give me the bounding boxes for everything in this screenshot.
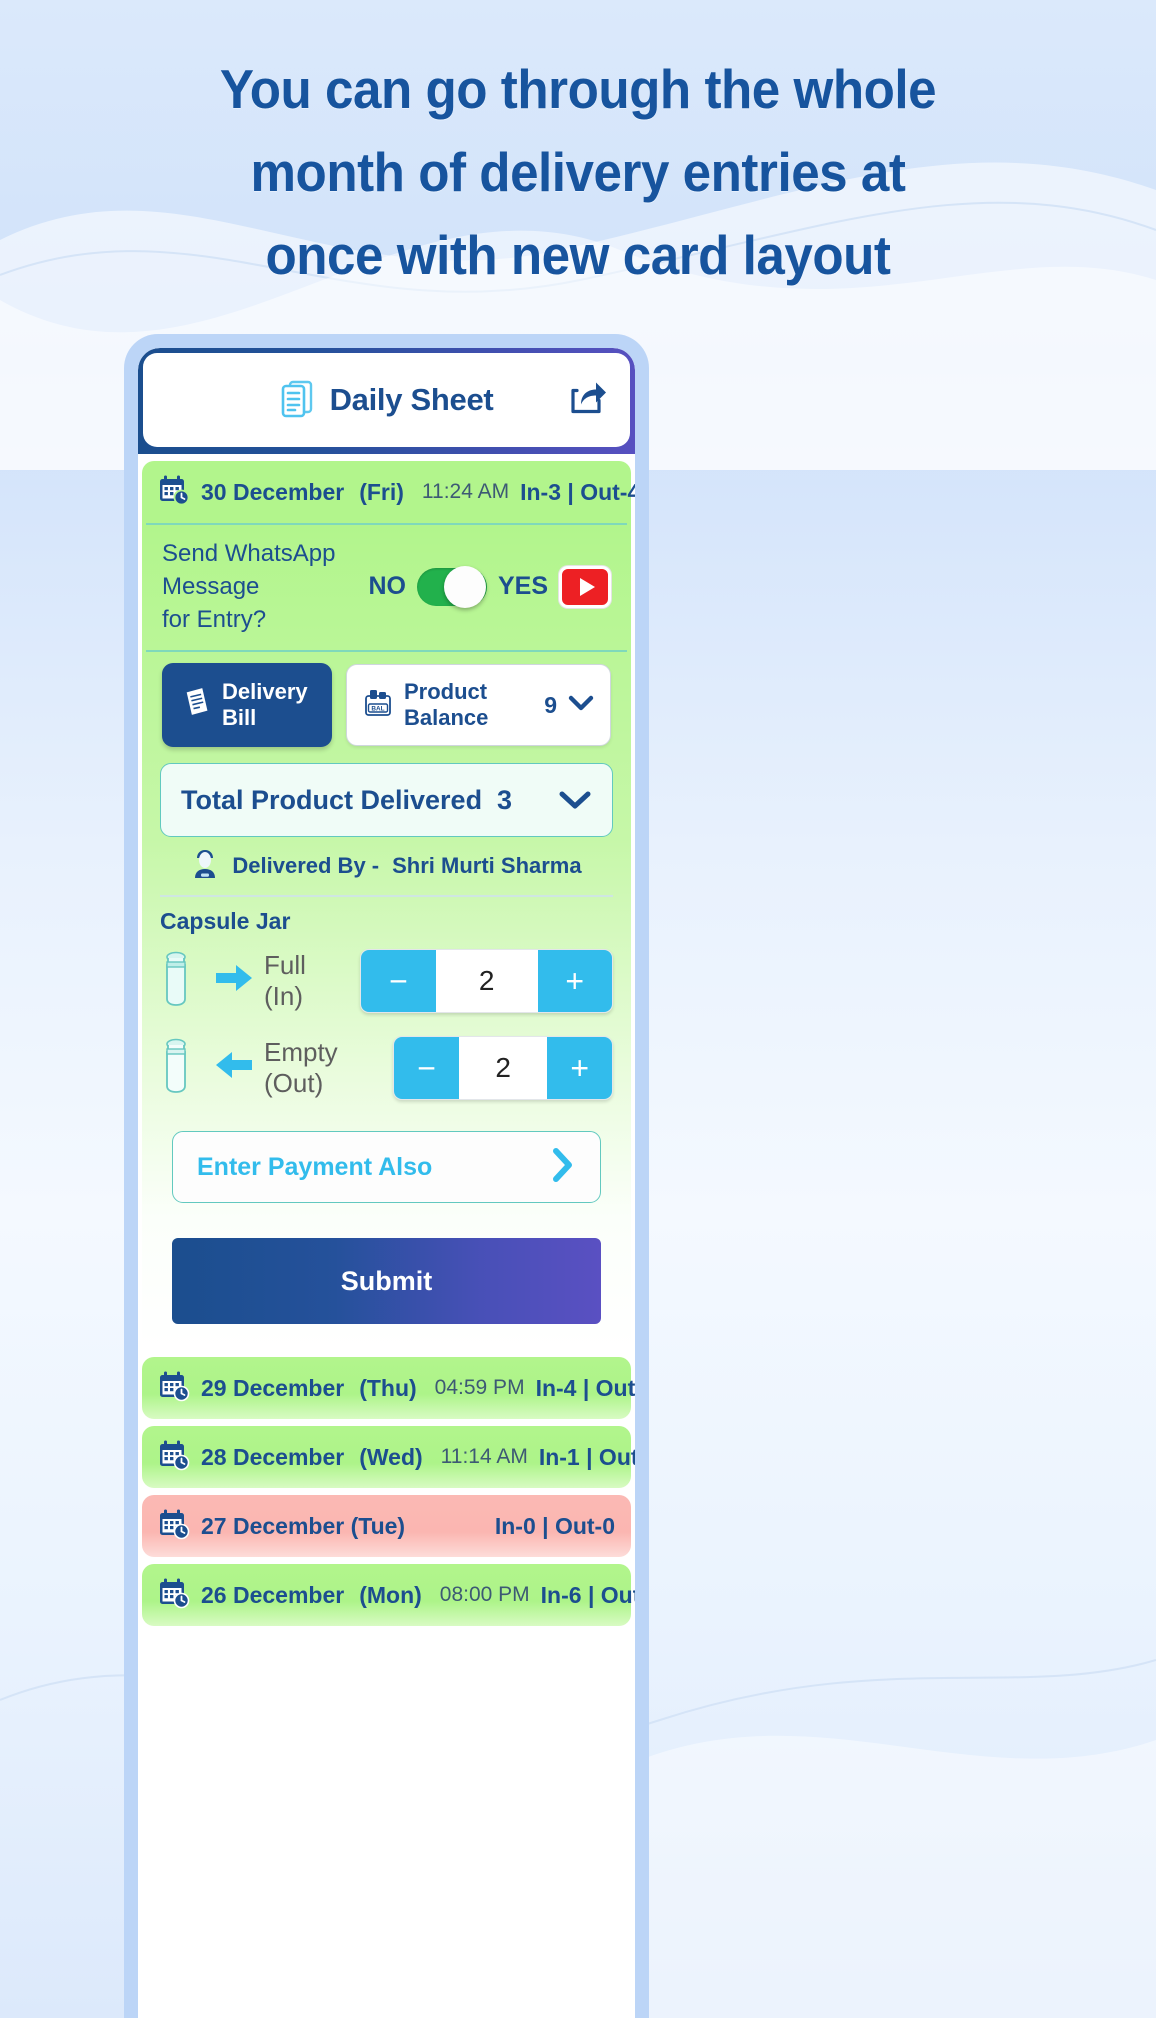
quantity-label-full-in: Full (In) (264, 949, 306, 1011)
whatsapp-label-line-1: Send WhatsApp Message (162, 540, 336, 600)
tab-delivery-bill[interactable]: Delivery Bill (162, 663, 332, 747)
entry-date: 28 December (201, 1443, 345, 1470)
increment-button-empty-out[interactable]: + (547, 1036, 612, 1099)
entry-in-out: In-0 | Out-0 (494, 1512, 615, 1539)
card-bottom-spacer (142, 1324, 631, 1350)
entry-weekday: (Fri) (359, 478, 404, 505)
quantity-row-empty-out: Empty (Out) − 2 + (142, 1024, 631, 1111)
entry-list: 29 December (Thu) 04:59 PM In-4 | Out-2 … (138, 1357, 635, 1626)
phone-mockup: Daily Sheet 30 December (Fri) 11:24 AM I… (124, 334, 649, 2018)
app-title-group: Daily Sheet (280, 378, 494, 423)
tab-product-balance[interactable]: BAL Product Balance 9 (346, 664, 611, 746)
whatsapp-label-line-2: for Entry? (162, 606, 267, 633)
decrement-button-full-in[interactable]: − (361, 949, 436, 1012)
enter-payment-row[interactable]: Enter Payment Also (172, 1131, 601, 1203)
submit-button[interactable]: Submit (172, 1238, 601, 1324)
play-triangle (579, 577, 595, 596)
entry-row[interactable]: 27 December (Tue) In-0 | Out-0 (142, 1495, 631, 1557)
stepper-full-in: − 2 + (360, 948, 613, 1013)
entry-time: 11:14 AM (440, 1445, 528, 1468)
enter-payment-label: Enter Payment Also (197, 1152, 433, 1181)
page-title: Daily Sheet (329, 382, 494, 417)
entry-weekday: (Wed) (359, 1443, 423, 1470)
entry-weekday: (Thu) (359, 1374, 417, 1401)
entry-in-out: In-1 | Out-1 (538, 1443, 635, 1470)
entry-time: 11:24 AM (421, 480, 510, 503)
delivered-by-label: Delivered By - (232, 853, 380, 878)
entry-date: 27 December (Tue) (201, 1512, 406, 1539)
entry-date: 30 December (201, 478, 345, 505)
quantity-label-empty-out: Empty (Out) (264, 1036, 338, 1098)
phone-screen: Daily Sheet 30 December (Fri) 11:24 AM I… (138, 348, 635, 2018)
entry-detail-card: Send WhatsApp Message for Entry? NO YES (142, 523, 631, 1350)
product-balance-count: 9 (544, 691, 557, 718)
entry-tabs: Delivery Bill BAL Product Balance 9 (146, 650, 627, 761)
entry-in-out: In-6 | Out-4 (540, 1581, 635, 1608)
entry-in-out: In-4 | Out-2 (535, 1374, 635, 1401)
tab-product-balance-label: Product Balance (404, 679, 489, 730)
phone-frame: Daily Sheet 30 December (Fri) 11:24 AM I… (124, 334, 649, 2018)
quantity-value-empty-out[interactable]: 2 (458, 1036, 548, 1099)
toggle-on-label: YES (497, 572, 548, 600)
toggle-off-label: NO (368, 572, 406, 600)
delivered-by-row: Delivered By - Shri Murti Sharma (160, 837, 613, 897)
total-product-delivered-row[interactable]: Total Product Delivered 3 (160, 763, 613, 837)
person-icon (191, 848, 219, 885)
delivered-by-name: Shri Murti Sharma (392, 853, 582, 878)
whatsapp-row: Send WhatsApp Message for Entry? NO YES (146, 523, 627, 650)
share-icon[interactable] (568, 379, 608, 422)
total-product-delivered-label: Total Product Delivered (181, 784, 483, 815)
whatsapp-toggle[interactable] (416, 565, 487, 608)
document-lines-icon (280, 378, 314, 423)
entry-row[interactable]: 28 December (Wed) 11:14 AM In-1 | Out-1 (142, 1426, 635, 1488)
total-product-delivered-value: 3 (496, 784, 512, 815)
calendar-clock-icon (158, 1577, 190, 1614)
svg-text:BAL: BAL (371, 706, 384, 713)
page-headline: You can go through the whole month of de… (40, 0, 1115, 297)
chevron-down-icon (568, 692, 594, 718)
chevron-down-icon[interactable] (558, 789, 592, 811)
jar-out-icon (160, 1034, 204, 1101)
entry-weekday: (Mon) (359, 1581, 422, 1608)
whatsapp-label: Send WhatsApp Message for Entry? (162, 537, 368, 636)
entry-row[interactable]: 26 December (Mon) 08:00 PM In-6 | Out-4 (142, 1564, 635, 1626)
product-name: Capsule Jar (160, 908, 291, 934)
arrow-right-icon (214, 961, 254, 1000)
headline-line-2: month of delivery entries at (250, 141, 906, 203)
stepper-empty-out: − 2 + (393, 1035, 613, 1100)
app-header: Daily Sheet (138, 348, 635, 454)
entry-date: 29 December (201, 1374, 345, 1401)
calendar-clock-icon (158, 1439, 190, 1476)
jar-in-icon (160, 947, 204, 1014)
app-header-bar: Daily Sheet (143, 353, 630, 447)
entry-time: 08:00 PM (439, 1583, 530, 1606)
quantity-row-full-in: Full (In) − 2 + (142, 937, 631, 1024)
quantity-value-full-in[interactable]: 2 (435, 949, 538, 1012)
calendar-clock-icon (158, 1508, 190, 1545)
entry-in-out: In-3 | Out-4 (520, 478, 635, 505)
toggle-knob (443, 565, 486, 608)
whatsapp-controls: NO YES (368, 565, 611, 608)
arrow-left-icon (214, 1048, 254, 1087)
entry-time: 04:59 PM (434, 1376, 525, 1399)
bill-icon (184, 688, 210, 722)
headline-line-3: once with new card layout (265, 224, 891, 286)
bottle-balance-icon: BAL (363, 687, 393, 723)
headline-line-1: You can go through the whole (219, 58, 937, 120)
calendar-clock-icon (158, 474, 190, 511)
decrement-button-empty-out[interactable]: − (394, 1036, 459, 1099)
entry-row[interactable]: 29 December (Thu) 04:59 PM In-4 | Out-2 (142, 1357, 635, 1419)
youtube-play-icon[interactable] (559, 565, 611, 608)
entry-header-active[interactable]: 30 December (Fri) 11:24 AM In-3 | Out-4 (142, 461, 635, 523)
entry-date: 26 December (201, 1581, 345, 1608)
chevron-right-icon (550, 1147, 576, 1188)
increment-button-full-in[interactable]: + (537, 949, 612, 1012)
tab-delivery-bill-label: Delivery Bill (222, 679, 308, 730)
calendar-clock-icon (158, 1370, 190, 1407)
